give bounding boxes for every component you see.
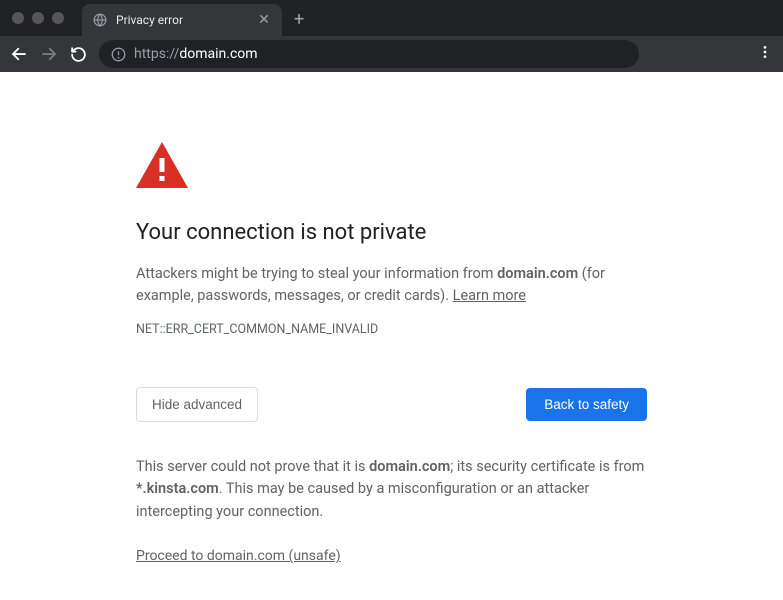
page-content: Your connection is not private Attackers…: [0, 72, 783, 564]
button-row: Hide advanced Back to safety: [136, 387, 647, 422]
forward-button[interactable]: [40, 45, 58, 63]
minimize-window-button[interactable]: [32, 12, 44, 24]
address-bar[interactable]: https://domain.com: [99, 40, 639, 68]
proceed-unsafe-link[interactable]: Proceed to domain.com (unsafe): [136, 548, 341, 564]
advanced-details: This server could not prove that it is d…: [136, 456, 647, 523]
close-window-button[interactable]: [12, 12, 24, 24]
window-title-bar: Privacy error ✕ +: [0, 0, 783, 36]
error-description: Attackers might be trying to steal your …: [136, 263, 647, 308]
close-tab-icon[interactable]: ✕: [256, 12, 272, 28]
tab-strip: Privacy error ✕ +: [82, 0, 304, 36]
url-text: https://domain.com: [134, 46, 258, 62]
not-secure-icon: [111, 47, 126, 62]
learn-more-link[interactable]: Learn more: [453, 287, 526, 304]
window-controls: [12, 12, 64, 24]
browser-toolbar: https://domain.com: [0, 36, 783, 72]
new-tab-button[interactable]: +: [294, 9, 304, 30]
reload-button[interactable]: [70, 46, 87, 63]
error-headline: Your connection is not private: [136, 220, 647, 245]
maximize-window-button[interactable]: [52, 12, 64, 24]
tab-title: Privacy error: [116, 13, 248, 27]
url-protocol: https://: [134, 46, 179, 62]
back-to-safety-button[interactable]: Back to safety: [526, 388, 647, 421]
warning-triangle-icon: [136, 142, 647, 192]
browser-menu-button[interactable]: [757, 44, 773, 64]
error-domain: domain.com: [497, 265, 578, 282]
browser-tab[interactable]: Privacy error ✕: [82, 4, 282, 36]
globe-icon: [92, 12, 108, 28]
hide-advanced-button[interactable]: Hide advanced: [136, 387, 258, 422]
url-domain: domain.com: [179, 46, 257, 62]
back-button[interactable]: [10, 45, 28, 63]
error-code: NET::ERR_CERT_COMMON_NAME_INVALID: [136, 322, 647, 337]
